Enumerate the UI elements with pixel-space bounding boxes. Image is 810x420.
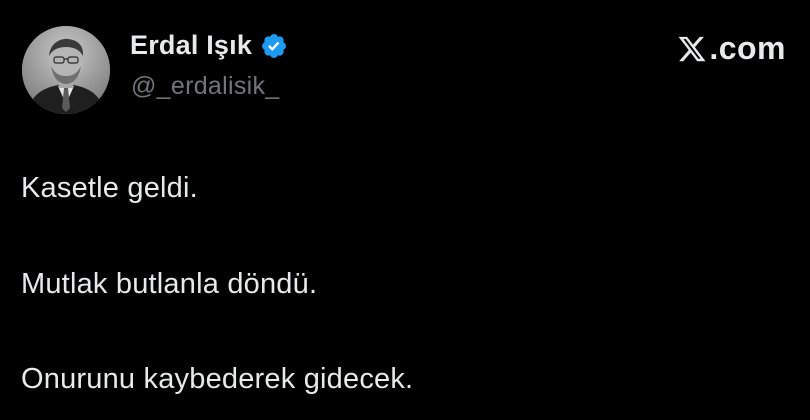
author-name-row[interactable]: Erdal Işık [130, 30, 288, 61]
avatar-photo [22, 26, 110, 114]
author-display-name[interactable]: Erdal Işık [130, 30, 252, 61]
author-handle[interactable]: @_erdalisik_ [131, 72, 280, 101]
avatar[interactable] [22, 26, 110, 114]
tweet-card: Erdal Işık @_erdalisik_ .com Kasetle gel… [0, 0, 810, 420]
brand-text: .com [709, 30, 786, 66]
tweet-text-line-3: Onurunu kaybederek gidecek. [21, 363, 414, 395]
tweet-text-line-2: Mutlak butlanla döndü. [21, 268, 318, 300]
brand-mark: .com [677, 30, 786, 67]
tweet-text-line-1: Kasetle geldi. [21, 172, 198, 204]
x-logo-icon [678, 36, 706, 61]
verified-badge-icon [260, 32, 288, 60]
